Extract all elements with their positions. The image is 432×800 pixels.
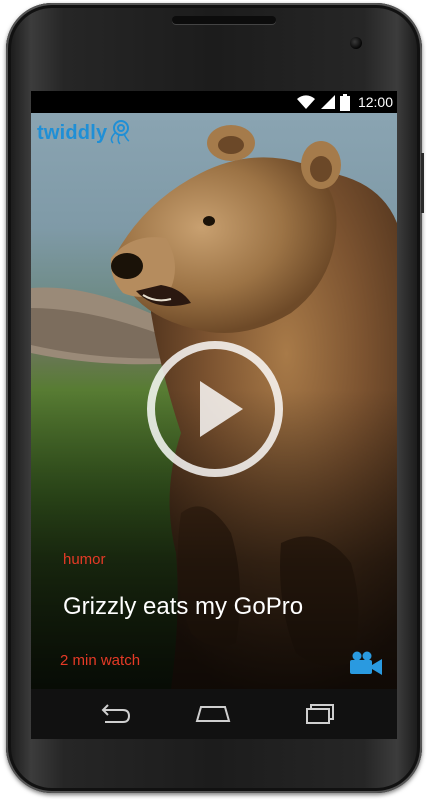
back-icon[interactable] <box>93 699 133 729</box>
signal-icon <box>320 95 335 109</box>
recent-apps-icon[interactable] <box>297 699 337 729</box>
video-camera-icon <box>350 651 382 675</box>
video-card[interactable]: twiddly humor Grizzly eats my GoPro 2 mi… <box>31 113 397 689</box>
phone-frame: 12:00 twiddly humor Grizzly eats my GoPr… <box>6 3 424 793</box>
duration-label: 2 min watch <box>60 652 141 669</box>
wifi-icon <box>296 95 315 109</box>
screen: 12:00 twiddly humor Grizzly eats my GoPr… <box>31 91 397 739</box>
twiddly-logo[interactable]: twiddly <box>37 119 131 145</box>
system-nav-bar <box>31 689 397 739</box>
play-icon[interactable] <box>144 338 286 480</box>
status-bar: 12:00 <box>31 91 397 113</box>
power-button <box>421 153 424 213</box>
logo-text: twiddly <box>37 122 108 144</box>
front-camera <box>350 37 362 49</box>
battery-icon <box>339 93 350 111</box>
video-title[interactable]: Grizzly eats my GoPro <box>63 593 303 621</box>
home-icon[interactable] <box>193 699 233 729</box>
status-clock: 12:00 <box>357 94 393 110</box>
earpiece-speaker <box>172 16 276 24</box>
category-label[interactable]: humor <box>63 551 106 568</box>
logo-swirl-icon <box>110 120 130 145</box>
